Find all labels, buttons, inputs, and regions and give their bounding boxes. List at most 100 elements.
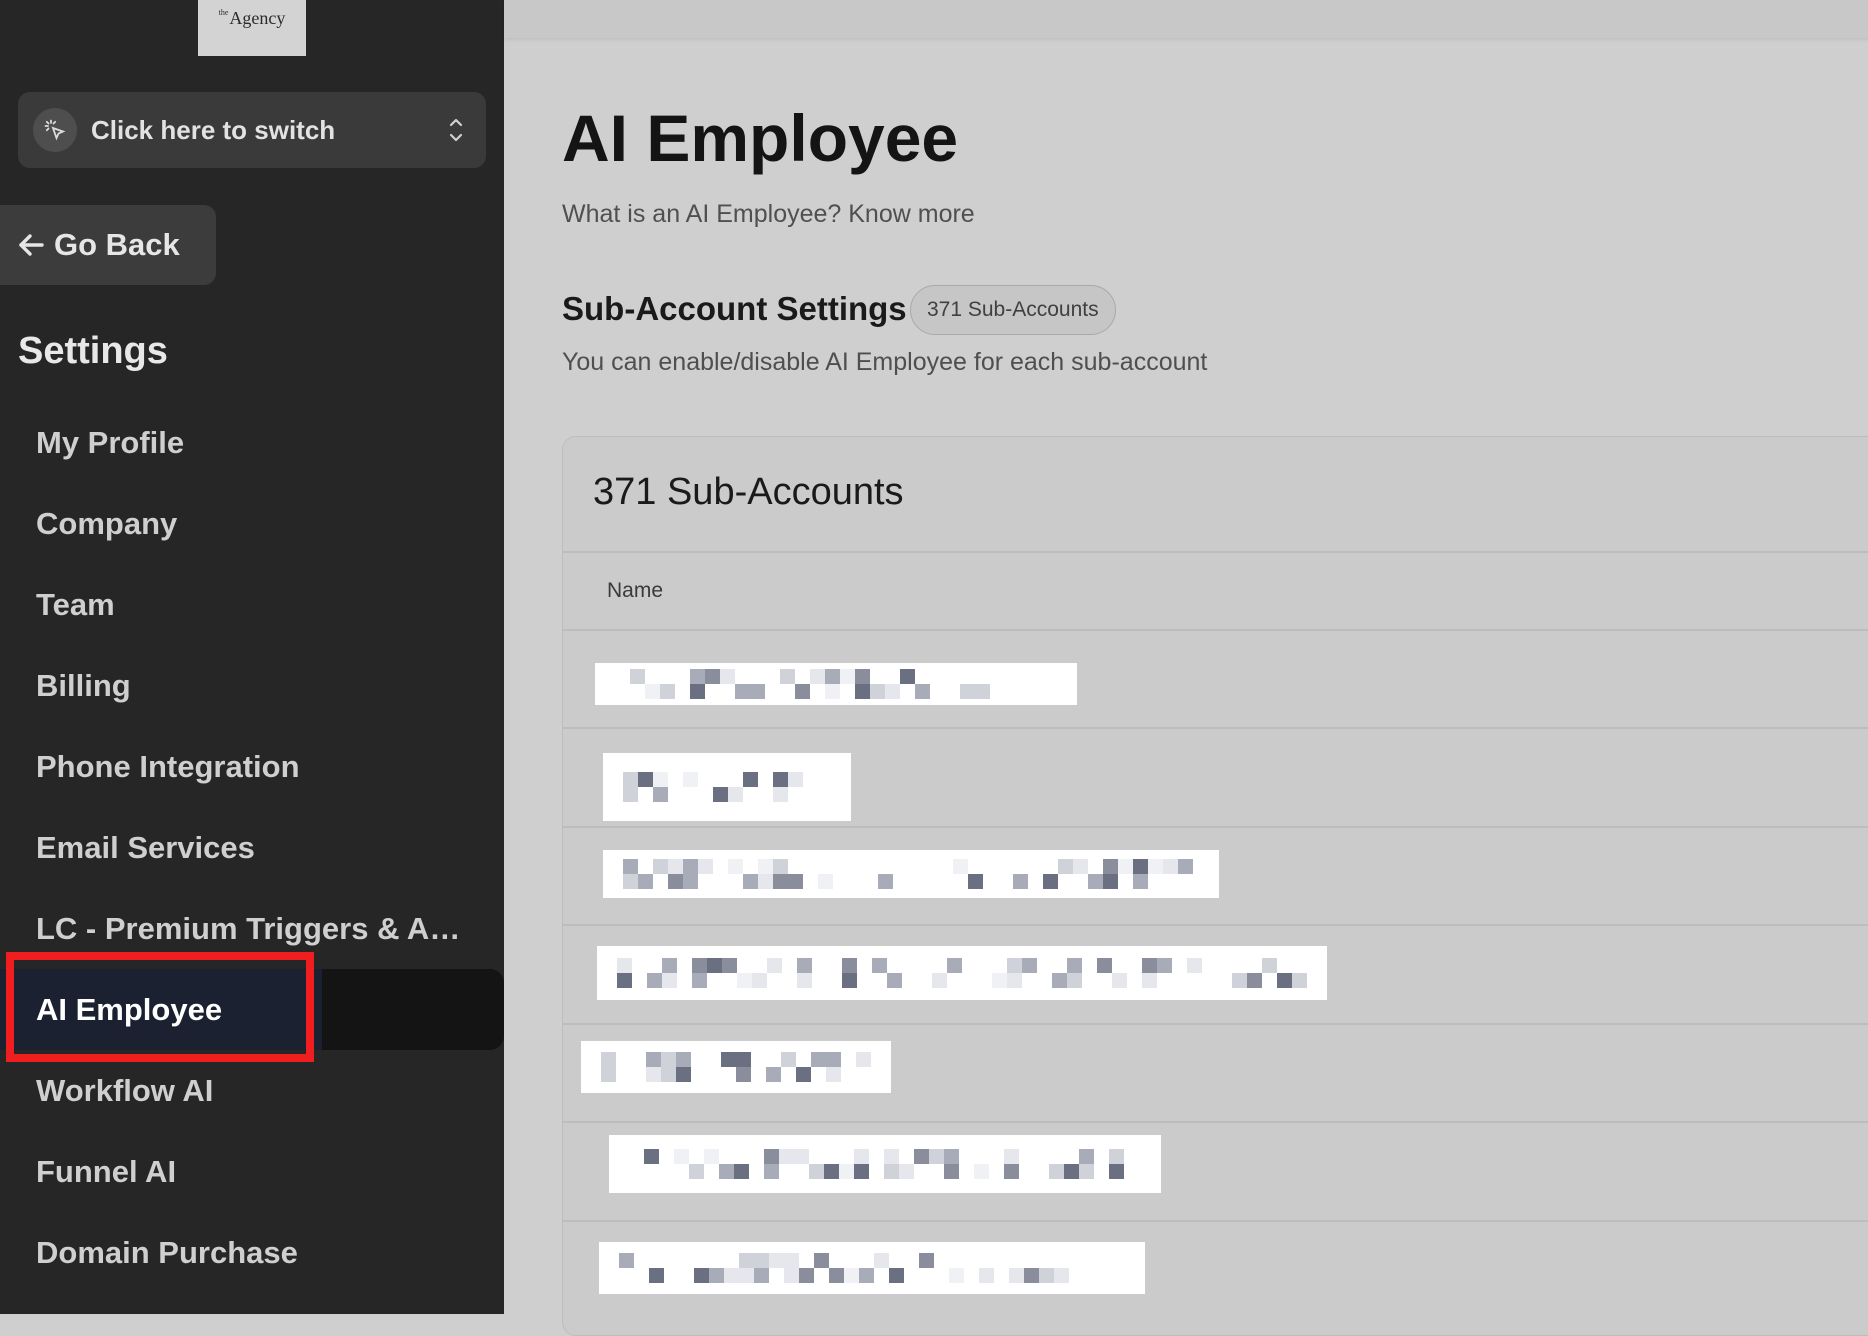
pixel-block [884, 1164, 899, 1179]
pixel-block [764, 1149, 779, 1164]
pixel-block [826, 1067, 841, 1082]
pixel-block [929, 1149, 944, 1164]
table-row[interactable] [563, 1025, 1868, 1122]
sidebar-item-billing[interactable]: Billing [0, 645, 504, 726]
pixel-block [859, 1268, 874, 1283]
table-row[interactable] [563, 1222, 1868, 1335]
pixel-block [739, 1268, 754, 1283]
pixel-block [1013, 874, 1028, 889]
pixel-block [721, 1052, 736, 1067]
know-more-link[interactable]: What is an AI Employee? Know more [562, 200, 975, 229]
pixel-block [1058, 859, 1073, 874]
pixel-block [885, 684, 900, 699]
pixel-block [799, 1268, 814, 1283]
sidebar: theAgency Click here to switch Go Back S… [0, 0, 504, 1314]
pixel-block [767, 958, 782, 973]
pixel-block [953, 859, 968, 874]
table-row[interactable] [563, 926, 1868, 1023]
divider [563, 551, 1868, 553]
sidebar-item-label: Company [36, 505, 178, 541]
pixel-block [811, 1052, 826, 1067]
pixel-block [722, 958, 737, 973]
pixel-block [1118, 859, 1133, 874]
pixel-block [899, 1164, 914, 1179]
pixel-block [743, 772, 758, 787]
pixel-block [840, 669, 855, 684]
pixel-block [1079, 1149, 1094, 1164]
sidebar-item-email-services[interactable]: Email Services [0, 807, 504, 888]
pixel-block [1043, 874, 1058, 889]
table-row[interactable] [563, 1123, 1868, 1220]
account-switcher[interactable]: Click here to switch [18, 92, 486, 168]
pixel-block [1133, 874, 1148, 889]
table-row[interactable] [563, 729, 1868, 826]
pixel-block [794, 1149, 809, 1164]
pixel-block [646, 1067, 661, 1082]
table-row[interactable] [563, 631, 1868, 728]
pixel-block [1133, 859, 1148, 874]
pixel-block [1004, 1164, 1019, 1179]
agency-logo[interactable]: theAgency [198, 0, 306, 56]
pixel-block [668, 859, 683, 874]
sidebar-item-my-profile[interactable]: My Profile [0, 402, 504, 483]
go-back-button[interactable]: Go Back [0, 205, 216, 285]
pixel-block [661, 1067, 676, 1082]
pixel-block [692, 973, 707, 988]
pixel-block [720, 669, 735, 684]
pixel-block [1262, 958, 1277, 973]
pixel-block [653, 772, 668, 787]
sidebar-item-ai-employee[interactable]: AI Employee [0, 969, 504, 1050]
pixel-block [668, 874, 683, 889]
pixel-block [766, 1067, 781, 1082]
pixel-block [630, 669, 645, 684]
pixel-block [1007, 973, 1022, 988]
pixel-block [975, 684, 990, 699]
pixel-block [1109, 1149, 1124, 1164]
pixel-block [825, 669, 840, 684]
pixel-block [1054, 1268, 1069, 1283]
pointer-click-icon [33, 108, 77, 152]
table-row[interactable] [563, 828, 1868, 925]
sidebar-item-label: My Profile [36, 424, 185, 460]
pixel-block [743, 874, 758, 889]
pixel-block [979, 1268, 994, 1283]
pixel-block [824, 1164, 839, 1179]
redacted-account-name [581, 1041, 891, 1093]
pixel-block [855, 684, 870, 699]
sidebar-item-phone-integration[interactable]: Phone Integration [0, 726, 504, 807]
pixel-block [773, 874, 788, 889]
pixel-block [874, 1253, 889, 1268]
sidebar-item-label: Domain Purchase [36, 1234, 298, 1270]
pixel-block [825, 684, 840, 699]
pixel-block [734, 1164, 749, 1179]
pixel-block [1049, 1164, 1064, 1179]
pixel-block [1073, 859, 1088, 874]
sidebar-item-funnel-ai[interactable]: Funnel AI [0, 1131, 504, 1212]
pixel-block [1103, 874, 1118, 889]
pixel-block [619, 1253, 634, 1268]
pixel-block [919, 1253, 934, 1268]
pixel-block [754, 1268, 769, 1283]
pixel-block [932, 973, 947, 988]
redacted-account-name [603, 850, 1219, 898]
pixel-block [773, 787, 788, 802]
pixel-block [797, 973, 812, 988]
column-header-name[interactable]: Name [607, 579, 663, 603]
redacted-account-name [595, 663, 1077, 705]
pixel-block [676, 1052, 691, 1067]
sidebar-item-premium-triggers[interactable]: LC - Premium Triggers & Actions [0, 888, 504, 969]
pixel-block [810, 669, 825, 684]
pixel-block [676, 1067, 691, 1082]
pixel-block [683, 874, 698, 889]
card-title: 371 Sub-Accounts [593, 471, 904, 513]
pixel-block [1232, 973, 1247, 988]
sidebar-item-label: AI Employee [36, 991, 223, 1027]
sidebar-item-team[interactable]: Team [0, 564, 504, 645]
sidebar-item-domain-purchase[interactable]: Domain Purchase [0, 1212, 504, 1293]
sidebar-item-company[interactable]: Company [0, 483, 504, 564]
pixel-block [690, 684, 705, 699]
pixel-block [1009, 1268, 1024, 1283]
pixel-block [914, 1149, 929, 1164]
sidebar-item-workflow-ai[interactable]: Workflow AI [0, 1050, 504, 1131]
pixel-block [683, 859, 698, 874]
